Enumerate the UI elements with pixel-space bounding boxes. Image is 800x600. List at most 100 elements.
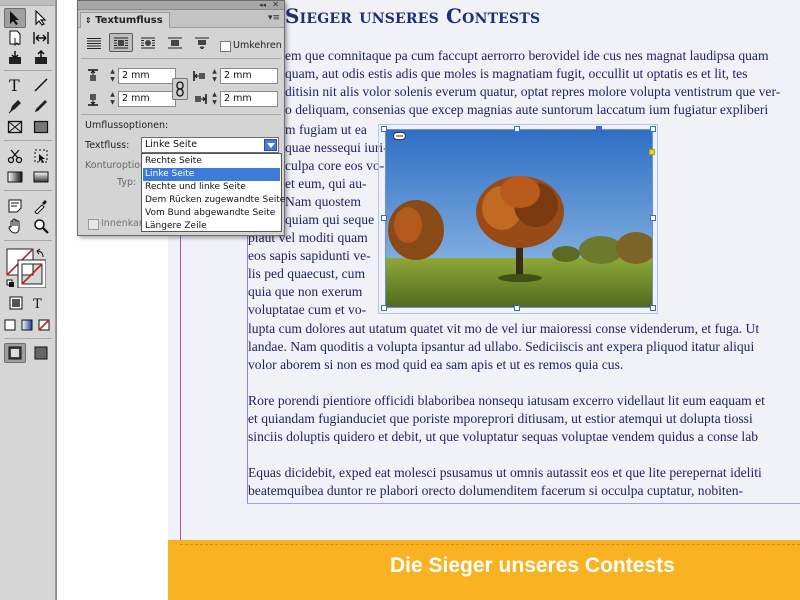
frame-handle[interactable] — [381, 126, 387, 132]
content-placer-icon[interactable] — [30, 48, 52, 68]
top-offset-icon — [86, 68, 100, 82]
top-offset-field[interactable]: 2 mm — [118, 68, 176, 84]
frame-handle[interactable] — [650, 215, 656, 221]
hand-tool-icon[interactable] — [4, 216, 26, 236]
eyedropper-tool-icon[interactable] — [30, 196, 52, 216]
textflow-select[interactable]: Linke Seite — [141, 137, 279, 153]
dropdown-option-away-from-spine[interactable]: Vom Bund abgewandte Seite — [143, 207, 280, 220]
left-offset-stepper[interactable]: ▲ ▼ — [210, 68, 219, 84]
rectangle-tool-icon[interactable] — [30, 117, 52, 137]
chevron-down-icon[interactable] — [264, 139, 277, 151]
fill-stroke-swatch[interactable] — [6, 248, 47, 289]
text-line: et quiandam fugianduciet que poriste mpo… — [248, 411, 753, 426]
text-line: Rore porendi pientiore officidi blaborib… — [248, 393, 765, 408]
free-transform-tool-icon[interactable] — [30, 146, 52, 166]
top-offset-stepper[interactable]: ▲ ▼ — [108, 68, 117, 84]
apply-gradient-icon[interactable] — [19, 316, 35, 334]
type-tool-icon[interactable]: T — [4, 75, 26, 95]
text-line: ditisin nit alis volor solenis everum qu… — [285, 84, 781, 99]
type-label: Typ: — [117, 177, 137, 188]
link-offsets-button[interactable] — [172, 78, 188, 100]
gap-tool-icon[interactable] — [30, 28, 52, 48]
text-line: lupta cum dolores aut utatum quatet vit … — [248, 321, 760, 336]
dropdown-option-left-side[interactable]: Linke Seite — [143, 168, 280, 181]
link-icon[interactable] — [393, 125, 406, 140]
textflow-dropdown[interactable]: Rechte Seite Linke Seite Rechte und link… — [141, 153, 285, 233]
tools-separator — [4, 140, 52, 141]
pen-tool-icon[interactable] — [4, 96, 26, 116]
invert-checkbox[interactable] — [220, 41, 231, 52]
content-collector-icon[interactable] — [4, 48, 26, 68]
textflow-label: Textfluss: — [85, 140, 130, 151]
selection-tool-icon[interactable] — [4, 8, 26, 28]
panel-separator — [81, 58, 281, 59]
tools-separator — [4, 190, 52, 191]
textflow-select-value: Linke Seite — [145, 139, 198, 150]
dropdown-option-largest-area[interactable]: Längere Zeile — [143, 220, 280, 233]
text-frame-bottom-edge — [247, 503, 800, 504]
headline: Sieger unseres Contests — [285, 4, 541, 28]
scissors-tool-icon[interactable] — [4, 146, 26, 166]
formatting-text-icon[interactable]: T — [28, 294, 48, 312]
frame-handle[interactable] — [514, 126, 520, 132]
frame-handle[interactable] — [514, 305, 520, 311]
text-line: culpa core eos vo- — [285, 158, 385, 173]
panel-menu-icon[interactable]: ▾≡ — [268, 13, 280, 23]
bottom-offset-stepper[interactable]: ▲ ▼ — [108, 91, 117, 107]
frame-handle[interactable] — [650, 305, 656, 311]
frame-handle[interactable] — [596, 126, 602, 132]
close-icon[interactable]: ✕ — [272, 1, 279, 9]
no-wrap-button[interactable] — [82, 33, 106, 52]
text-line: et eum, qui au- — [285, 176, 367, 191]
rectangle-frame-tool-icon[interactable] — [4, 117, 26, 137]
dropdown-option-both-sides[interactable]: Rechte und linke Seite — [143, 181, 280, 194]
tools-separator — [4, 240, 52, 241]
tools-separator — [4, 70, 52, 71]
jump-next-column-button[interactable] — [190, 33, 214, 52]
panel-title-bar[interactable]: ◂◂ ✕ — [78, 1, 284, 10]
line-tool-icon[interactable] — [30, 75, 52, 95]
right-offset-field[interactable]: 2 mm — [220, 91, 278, 107]
tab-arrows-icon: ⇕ — [85, 16, 92, 25]
tools-panel-grip[interactable] — [0, 0, 55, 6]
text-line: eos sapis sapidunti ve- — [248, 248, 371, 263]
wrap-bounding-box-button[interactable] — [109, 33, 133, 52]
tools-separator — [4, 338, 52, 339]
pencil-tool-icon[interactable] — [30, 96, 52, 116]
text-line: o deliquam, consenias que excep magnias … — [285, 102, 769, 117]
frame-handle[interactable] — [650, 126, 656, 132]
formatting-container-icon[interactable] — [6, 294, 26, 312]
collapse-icon[interactable]: ◂◂ — [259, 1, 266, 9]
preview-mode-icon[interactable] — [30, 343, 52, 363]
text-line: Equas dicidebit, exped eat molesci psusa… — [248, 465, 762, 480]
inside-edges-checkbox[interactable] — [88, 219, 99, 230]
bottom-offset-field[interactable]: 2 mm — [118, 91, 176, 107]
frame-handle[interactable] — [381, 215, 387, 221]
text-line: volor aborem si non es mod quid ea sam a… — [248, 357, 624, 372]
chain-icon — [176, 81, 184, 97]
text-line: Nam quostem — [285, 194, 361, 209]
tab-text-wrap[interactable]: ⇕ Textumfluss — [80, 12, 170, 28]
right-offset-icon — [193, 91, 207, 105]
jump-object-button[interactable] — [163, 33, 187, 52]
apply-none-icon[interactable] — [36, 316, 52, 334]
frame-handle[interactable] — [381, 305, 387, 311]
text-line: em que comnitaque pa cum faccupt aerrorr… — [285, 48, 769, 63]
apply-color-icon[interactable] — [2, 316, 18, 334]
dropdown-option-towards-spine[interactable]: Dem Rücken zugewandte Seite — [143, 194, 285, 207]
zoom-tool-icon[interactable] — [30, 216, 52, 236]
direct-selection-tool-icon[interactable] — [30, 8, 52, 28]
footer-title: Die Sieger unseres Contests — [390, 554, 675, 577]
right-offset-stepper[interactable]: ▲ ▼ — [210, 91, 219, 107]
normal-view-icon[interactable] — [4, 343, 26, 363]
dropdown-option-right-side[interactable]: Rechte Seite — [143, 155, 280, 168]
gradient-tool-icon[interactable] — [4, 167, 26, 187]
note-tool-icon[interactable] — [4, 196, 26, 216]
gradient-feather-tool-icon[interactable] — [30, 167, 52, 187]
page-tool-icon[interactable] — [4, 28, 26, 48]
left-offset-field[interactable]: 2 mm — [220, 68, 278, 84]
image-frame[interactable] — [385, 129, 653, 308]
wrap-object-shape-button[interactable] — [136, 33, 160, 52]
corner-option-handle[interactable] — [649, 149, 655, 155]
text-line: quiam qui seque — [285, 212, 375, 227]
